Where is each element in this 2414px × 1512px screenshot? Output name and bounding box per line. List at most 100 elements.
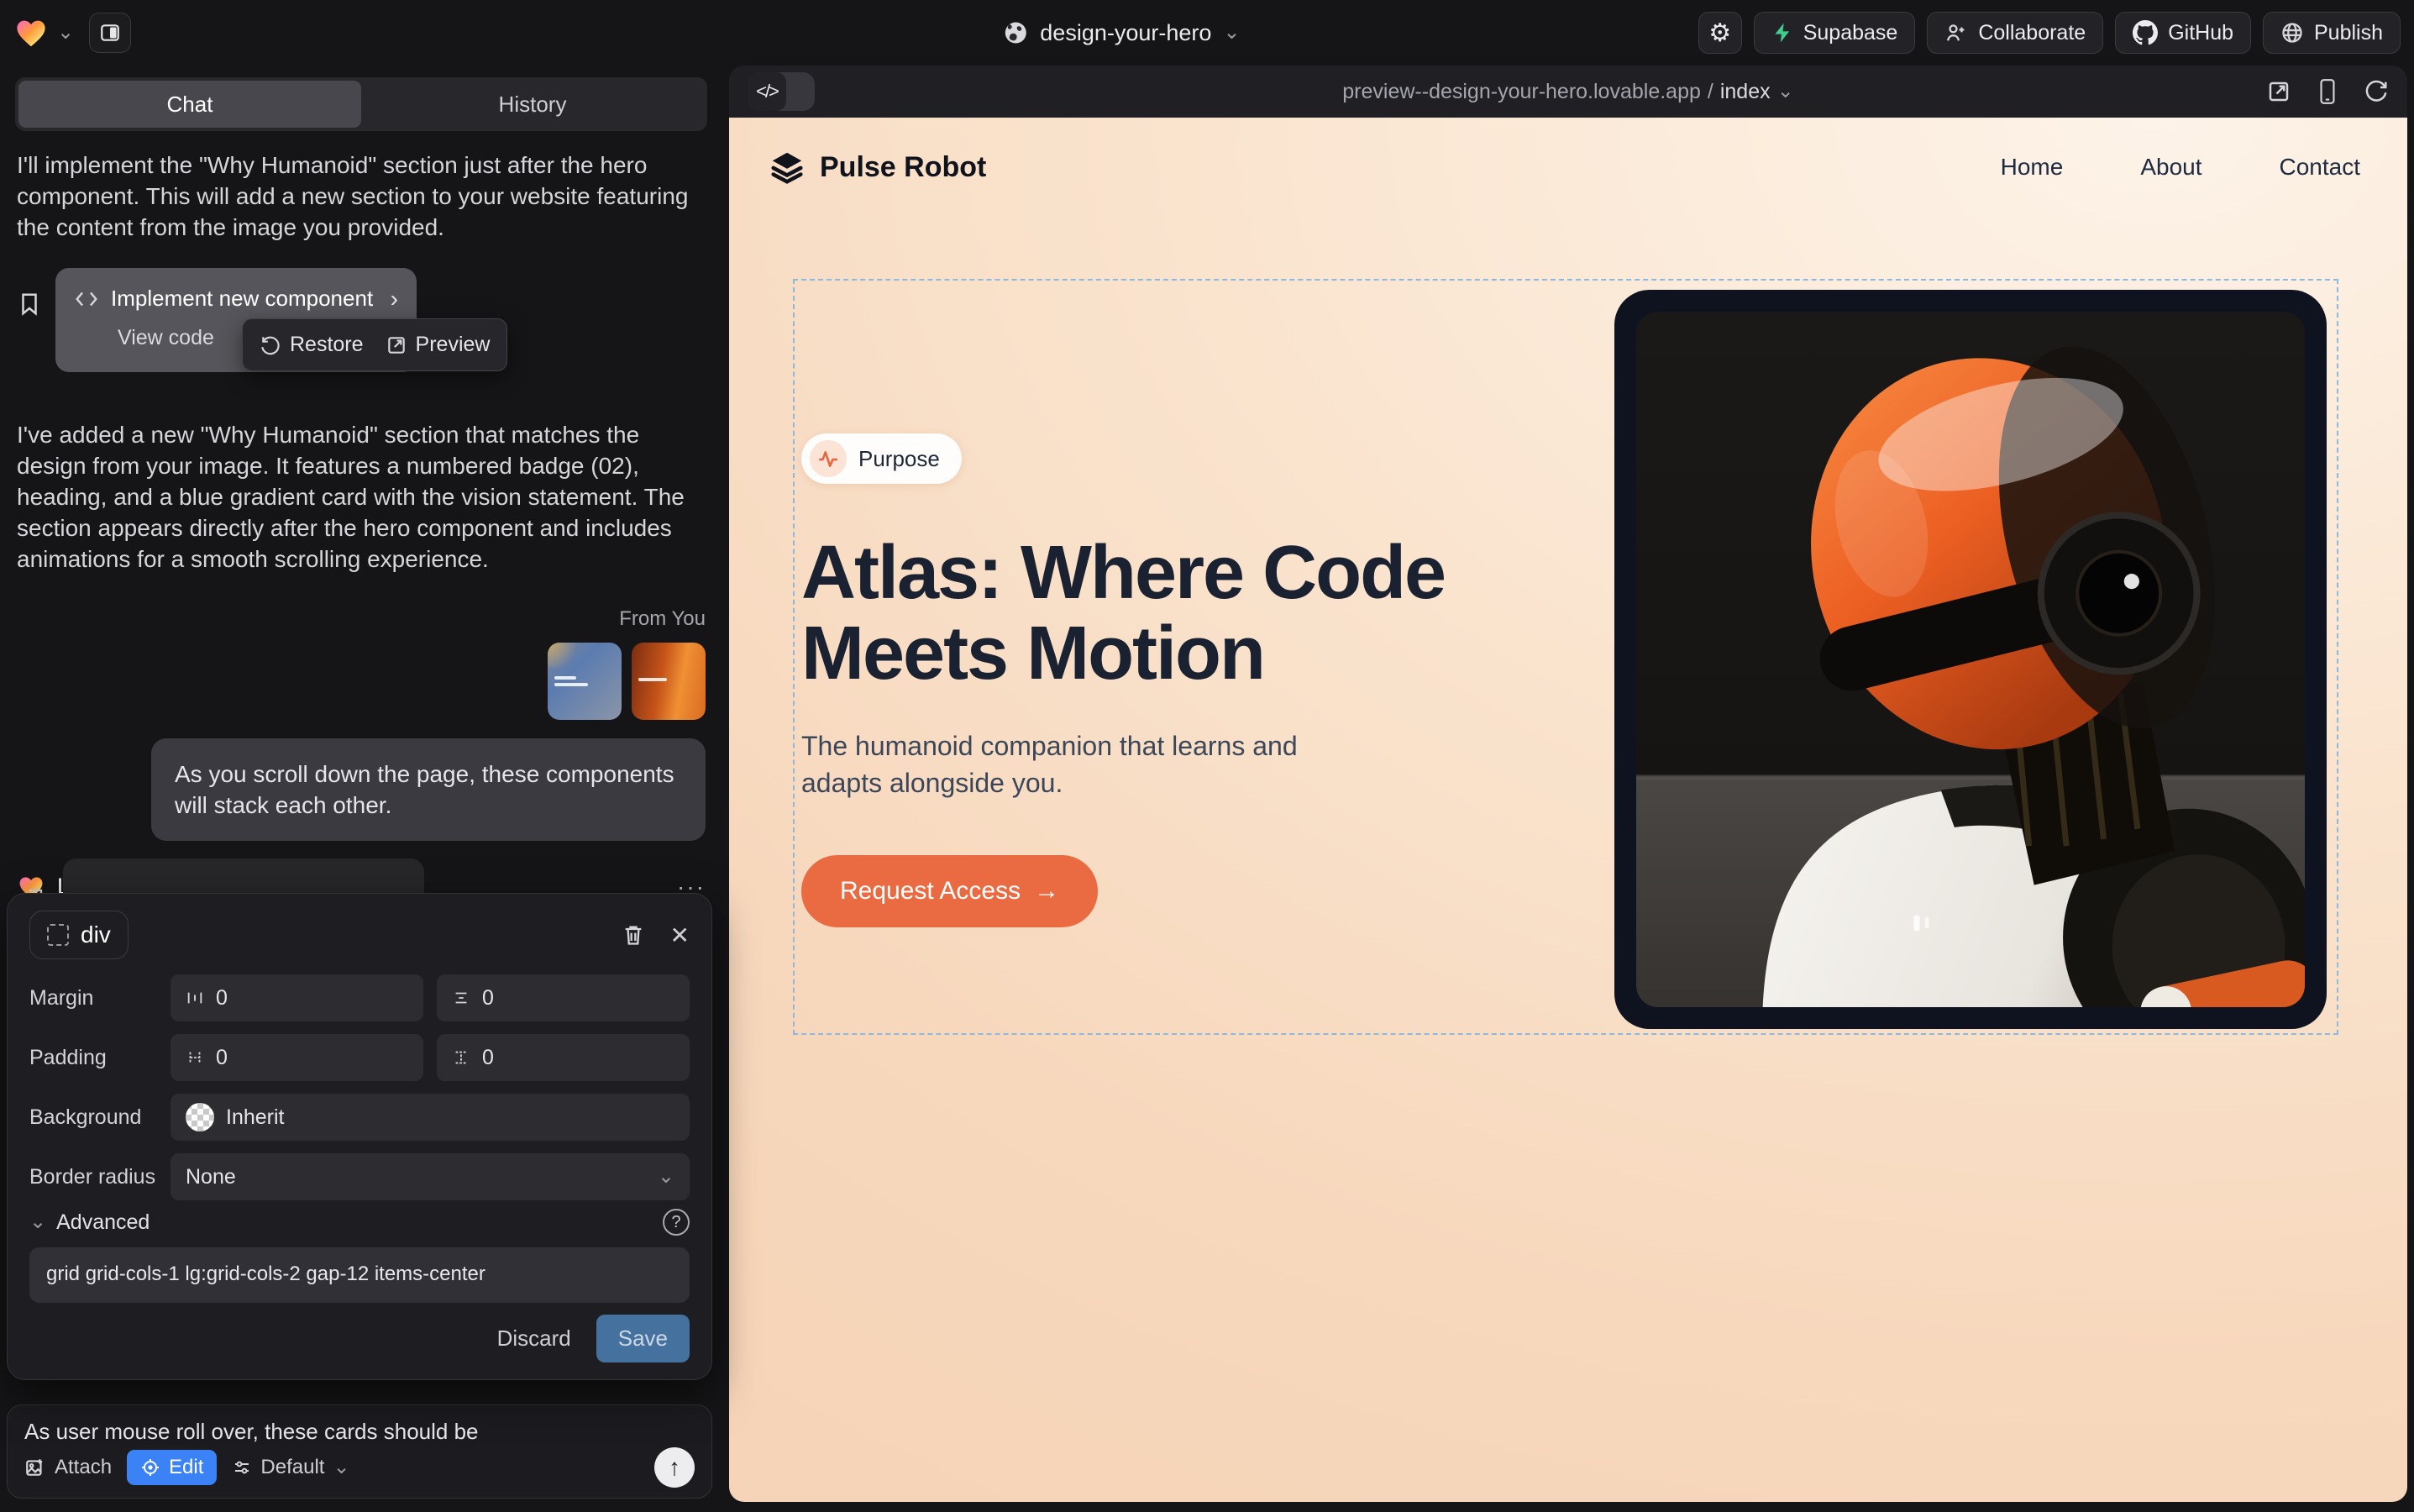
tab-chat[interactable]: Chat bbox=[18, 81, 361, 128]
send-arrow-icon: ↑ bbox=[669, 1454, 680, 1481]
padding-x-input[interactable]: 0 bbox=[171, 1034, 423, 1081]
margin-x-input[interactable]: 0 bbox=[171, 974, 423, 1021]
external-link-icon bbox=[386, 334, 407, 356]
thumb-text-line bbox=[638, 678, 667, 681]
margin-label: Margin bbox=[29, 986, 171, 1011]
sidebar-toggle-button[interactable] bbox=[89, 13, 131, 53]
background-input[interactable]: Inherit bbox=[171, 1094, 690, 1141]
refresh-icon[interactable] bbox=[2364, 79, 2389, 104]
edit-mode-button[interactable]: Edit bbox=[127, 1450, 217, 1485]
chevron-down-icon: ⌄ bbox=[1777, 81, 1794, 102]
project-name: design-your-hero bbox=[1040, 20, 1211, 46]
code-preview-toggle[interactable]: </> bbox=[748, 72, 815, 111]
bookmark-icon[interactable] bbox=[17, 290, 42, 318]
nav-about[interactable]: About bbox=[2140, 154, 2201, 181]
pulse-icon bbox=[817, 448, 839, 470]
version-actions: Restore Preview bbox=[242, 318, 507, 371]
site-header: Pulse Robot Home About Contact bbox=[729, 118, 2407, 186]
background-value: Inherit bbox=[226, 1105, 284, 1130]
attachment-thumbnail-blue[interactable] bbox=[548, 643, 622, 720]
tab-history[interactable]: History bbox=[361, 81, 704, 128]
lovable-app: ⌄ design-your-hero ⌄ ⚙ bbox=[0, 0, 2414, 1512]
advanced-label: Advanced bbox=[56, 1210, 150, 1235]
component-card-title: Implement new component bbox=[111, 283, 373, 314]
chevron-down-icon: ⌄ bbox=[29, 1212, 46, 1232]
restore-icon bbox=[260, 334, 281, 356]
thumb-text-line bbox=[554, 683, 588, 686]
nav-contact[interactable]: Contact bbox=[2280, 154, 2361, 181]
send-button[interactable]: ↑ bbox=[654, 1447, 695, 1488]
supabase-label: Supabase bbox=[1803, 21, 1898, 45]
collaborate-label: Collaborate bbox=[1978, 21, 2086, 45]
top-actions: ⚙ Supabase Collaborate GitHub bbox=[1698, 12, 2401, 54]
target-icon bbox=[140, 1457, 160, 1478]
robot-hero-image bbox=[1636, 312, 2305, 1007]
composer-input[interactable]: As user mouse roll over, these cards sho… bbox=[24, 1419, 695, 1445]
trash-icon[interactable] bbox=[622, 922, 645, 948]
preview-domain: preview--design-your-hero.lovable.app bbox=[1342, 80, 1701, 104]
margin-row: Margin 0 0 bbox=[29, 974, 690, 1021]
preview-label: Preview bbox=[416, 329, 491, 360]
margin-y-input[interactable]: 0 bbox=[437, 974, 690, 1021]
model-select[interactable]: Default ⌄ bbox=[232, 1456, 349, 1479]
margin-vertical-icon bbox=[452, 989, 470, 1007]
chat-panel: Chat History I'll implement the "Why Hum… bbox=[0, 66, 722, 1512]
site-canvas: Pulse Robot Home About Contact bbox=[729, 118, 2407, 1502]
element-inspector: div ✕ Margin 0 bbox=[7, 893, 712, 1380]
save-button[interactable]: Save bbox=[596, 1315, 690, 1362]
github-icon bbox=[2133, 20, 2158, 45]
hero-section-selected[interactable]: Purpose Atlas: Where Code Meets Motion T… bbox=[793, 279, 2338, 1035]
site-logo[interactable]: Pulse Robot bbox=[768, 148, 986, 186]
project-switcher[interactable]: design-your-hero ⌄ bbox=[1003, 0, 1240, 66]
github-label: GitHub bbox=[2168, 21, 2233, 45]
top-bar: ⌄ design-your-hero ⌄ ⚙ bbox=[0, 0, 2414, 66]
badge-label: Purpose bbox=[858, 446, 940, 472]
request-access-button[interactable]: Request Access → bbox=[801, 855, 1098, 927]
padding-y-value: 0 bbox=[482, 1046, 494, 1070]
chat-history-tabs: Chat History bbox=[15, 77, 707, 131]
attach-button[interactable]: Attach bbox=[24, 1456, 112, 1479]
hero-copy: Purpose Atlas: Where Code Meets Motion T… bbox=[795, 281, 1614, 1033]
component-edit-row: Implement new component › View code Rest… bbox=[17, 268, 706, 372]
padding-x-value: 0 bbox=[216, 1046, 228, 1070]
mode-label: Default bbox=[260, 1456, 324, 1479]
publish-button[interactable]: Publish bbox=[2263, 12, 2401, 54]
transparency-swatch-icon bbox=[186, 1103, 214, 1131]
preview-page: index bbox=[1720, 80, 1771, 104]
padding-y-input[interactable]: 0 bbox=[437, 1034, 690, 1081]
help-icon[interactable]: ? bbox=[663, 1209, 690, 1236]
collaborate-users-icon bbox=[1944, 21, 1968, 45]
preview-url-bar[interactable]: preview--design-your-hero.lovable.app / … bbox=[1342, 80, 1793, 104]
sliders-icon bbox=[232, 1457, 252, 1478]
supabase-button[interactable]: Supabase bbox=[1754, 12, 1916, 54]
background-row: Background Inherit bbox=[29, 1094, 690, 1141]
publish-label: Publish bbox=[2314, 21, 2383, 45]
hero-subheading: The humanoid companion that learns and a… bbox=[801, 727, 1356, 801]
advanced-section-header[interactable]: ⌄ Advanced ? bbox=[29, 1209, 690, 1236]
attach-label: Attach bbox=[55, 1456, 112, 1479]
chevron-down-icon: ⌄ bbox=[57, 23, 74, 43]
settings-button[interactable]: ⚙ bbox=[1698, 12, 1742, 54]
restore-button[interactable]: Restore bbox=[260, 329, 364, 360]
selected-element-pill[interactable]: div bbox=[29, 911, 129, 959]
open-external-icon[interactable] bbox=[2266, 79, 2291, 104]
attachment-thumbnail-orange[interactable] bbox=[632, 643, 706, 720]
code-icon: </> bbox=[748, 72, 786, 111]
collaborate-button[interactable]: Collaborate bbox=[1927, 12, 2103, 54]
chat-composer[interactable]: As user mouse roll over, these cards sho… bbox=[7, 1404, 712, 1499]
nav-home[interactable]: Home bbox=[2001, 154, 2064, 181]
element-tag: div bbox=[81, 921, 111, 948]
workspace-menu[interactable]: ⌄ bbox=[13, 13, 131, 53]
border-radius-select[interactable]: None ⌄ bbox=[171, 1153, 690, 1200]
thumb-text-line bbox=[554, 676, 576, 680]
gear-icon: ⚙ bbox=[1708, 18, 1731, 48]
advanced-classes-textarea[interactable]: grid grid-cols-1 lg:grid-cols-2 gap-12 i… bbox=[29, 1247, 690, 1303]
discard-button[interactable]: Discard bbox=[497, 1326, 571, 1352]
close-icon[interactable]: ✕ bbox=[670, 921, 690, 949]
from-you-label: From You bbox=[17, 603, 706, 634]
preview-button[interactable]: Preview bbox=[386, 329, 491, 360]
mobile-view-icon[interactable] bbox=[2317, 78, 2338, 105]
attachments bbox=[17, 643, 706, 720]
github-button[interactable]: GitHub bbox=[2115, 12, 2251, 54]
hero-heading: Atlas: Where Code Meets Motion bbox=[801, 533, 1473, 694]
